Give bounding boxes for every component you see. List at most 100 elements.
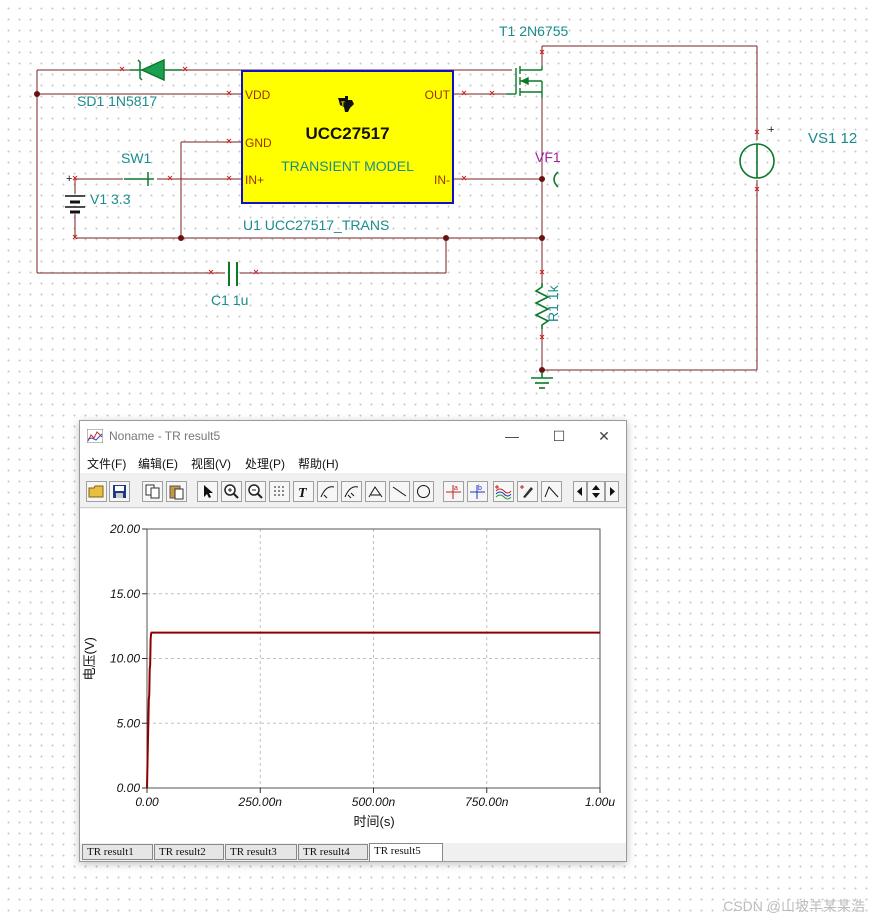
waves-icon	[495, 485, 512, 500]
resistor-label: R1 1k	[545, 285, 561, 322]
copy-button[interactable]	[142, 481, 163, 502]
switch-label: SW1	[121, 150, 152, 166]
ic-subtitle: TRANSIENT MODEL	[281, 158, 414, 174]
svg-text:a: a	[454, 485, 458, 492]
text-button[interactable]: T	[293, 481, 314, 502]
battery-plus-sign: +	[66, 173, 73, 185]
battery-label: V1 3.3	[90, 191, 131, 207]
grid-icon	[274, 486, 284, 496]
zoom-out-button[interactable]	[245, 481, 266, 502]
menu-file[interactable]: 文件(F)	[87, 455, 126, 472]
marker-b-icon: b	[470, 485, 485, 499]
switch-symbol[interactable]	[120, 168, 160, 188]
probe-symbol[interactable]	[544, 170, 566, 190]
pointer-icon	[204, 485, 213, 498]
y-axis-label: 电压(V)	[82, 637, 97, 680]
x-tick-label: 0.00	[135, 795, 159, 809]
zoom-out-icon	[248, 484, 263, 499]
menu-process[interactable]: 处理(P)	[245, 455, 285, 472]
capacitor-symbol[interactable]	[218, 260, 248, 288]
paste-button[interactable]	[166, 481, 187, 502]
waves-button[interactable]	[493, 481, 514, 502]
grid-button[interactable]	[269, 481, 290, 502]
ic-name: UCC27517	[305, 124, 390, 143]
zoom-in-icon	[224, 484, 239, 499]
mosfet-symbol[interactable]	[500, 58, 548, 100]
y-tick-label: 0.00	[117, 781, 141, 795]
tab-tr-result1[interactable]: TR result1	[82, 844, 153, 860]
y-tick-label: 10.00	[110, 652, 140, 666]
voltage-source-symbol[interactable]	[736, 138, 778, 184]
menu-view[interactable]: 视图(V)	[191, 455, 231, 472]
open-button[interactable]	[86, 481, 107, 502]
menu-help[interactable]: 帮助(H)	[298, 455, 339, 472]
pointer-button[interactable]	[197, 481, 218, 502]
y-tick-label: 5.00	[117, 716, 141, 730]
maximize-button[interactable]: ☐	[541, 425, 577, 447]
curve3-button[interactable]	[365, 481, 386, 502]
open-icon	[88, 485, 104, 498]
svg-text:T: T	[298, 486, 308, 500]
result-tabs: TR result1 TR result2 TR result3 TR resu…	[80, 843, 626, 861]
save-button[interactable]	[109, 481, 130, 502]
tab-tr-result5[interactable]: TR result5	[369, 843, 443, 861]
curve-icon	[320, 486, 335, 499]
x-tick-label: 1.00u	[585, 795, 615, 809]
line-icon	[392, 486, 407, 497]
svg-text:b: b	[478, 485, 482, 492]
diode-label: SD1 1N5817	[77, 93, 158, 109]
copy-icon	[145, 484, 160, 499]
x-axis-label: 时间(s)	[354, 814, 395, 829]
tab-tr-result4[interactable]: TR result4	[298, 844, 368, 860]
marker-b-button[interactable]: b	[467, 481, 488, 502]
tab-tr-result3[interactable]: TR result3	[225, 844, 297, 860]
x-tick-label: 750.00n	[465, 795, 509, 809]
transistor-label: T1 2N6755	[499, 23, 569, 39]
voltage-chart[interactable]: 0.00 250.00n 500.00n 750.00n 1.00u 0.00 5.00 10…	[80, 509, 626, 839]
ground-symbol	[531, 372, 553, 389]
curve2-button[interactable]	[341, 481, 362, 502]
menu-edit[interactable]: 编辑(E)	[138, 455, 178, 472]
ic-label: U1 UCC27517_TRANS	[243, 217, 390, 233]
title-bar[interactable]: Noname - TR result5 — ☐ ✕	[80, 421, 626, 451]
curve-button[interactable]	[317, 481, 338, 502]
pin-out: OUT	[424, 88, 450, 102]
text-icon: T	[298, 486, 308, 500]
plot-area[interactable]: 0.00 250.00n 500.00n 750.00n 1.00u 0.00 5.00 10…	[80, 509, 626, 845]
step-button[interactable]	[541, 481, 562, 502]
arrow-right-icon	[610, 487, 615, 496]
circle-button[interactable]	[413, 481, 434, 502]
pin-in-minus: IN-	[434, 173, 450, 187]
probe-label: VF1	[535, 149, 561, 165]
circle-icon	[417, 485, 430, 498]
result-window[interactable]: Noname - TR result5 — ☐ ✕ 文件(F) 编辑(E) 视图…	[79, 420, 627, 862]
close-button[interactable]: ✕	[586, 425, 622, 447]
paste-icon	[169, 485, 184, 500]
scroll-left-button[interactable]	[573, 481, 587, 502]
tab-tr-result2[interactable]: TR result2	[154, 844, 224, 860]
arrow-left-icon	[577, 487, 582, 496]
y-tick-label: 15.00	[110, 587, 140, 601]
window-title: Noname - TR result5	[109, 429, 221, 443]
zoom-in-button[interactable]	[221, 481, 242, 502]
diode-symbol[interactable]	[130, 58, 182, 84]
curve2-icon	[344, 486, 359, 499]
source-plus-sign: +	[768, 124, 775, 136]
minimize-button[interactable]: —	[494, 425, 530, 447]
line-button[interactable]	[389, 481, 410, 502]
menu-bar: 文件(F) 编辑(E) 视图(V) 处理(P) 帮助(H)	[80, 451, 626, 473]
ic-chip[interactable]: T VDD GND IN+ OUT IN- UCC27517 TRANSIENT…	[241, 70, 454, 204]
scroll-updown-button[interactable]	[587, 481, 605, 502]
curve3-icon	[368, 486, 383, 498]
x-tick-label: 500.00n	[352, 795, 396, 809]
pin-vdd: VDD	[245, 88, 271, 102]
marker-a-button[interactable]: a	[443, 481, 464, 502]
save-icon	[113, 485, 126, 498]
watermark: CSDN @山坡羊某某浩	[723, 898, 865, 914]
source-label: VS1 12	[808, 130, 858, 147]
x-tick-label: 250.00n	[238, 795, 283, 809]
scroll-right-button[interactable]	[605, 481, 619, 502]
battery-symbol[interactable]	[61, 190, 89, 218]
toolbar: T a b	[80, 477, 626, 508]
pen-button[interactable]	[517, 481, 538, 502]
